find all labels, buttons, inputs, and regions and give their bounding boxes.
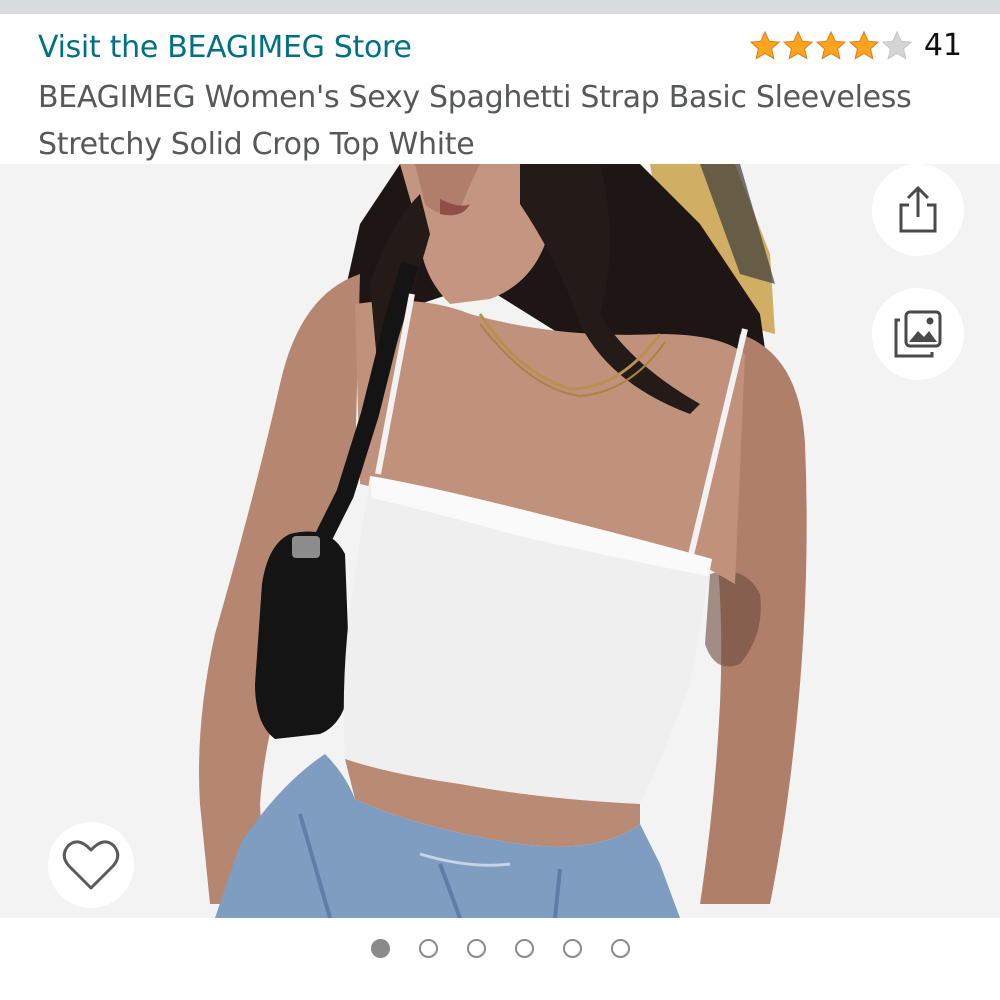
- product-image-carousel[interactable]: [0, 164, 1000, 918]
- product-title: BEAGIMEG Women's Sexy Spaghetti Strap Ba…: [38, 80, 912, 162]
- carousel-dot[interactable]: [370, 939, 390, 958]
- product-header: Visit the BEAGIMEG Store 41 BEAGIMEG Wom…: [0, 14, 1000, 164]
- image-gallery-icon: [894, 310, 942, 358]
- carousel-dot[interactable]: [562, 939, 582, 958]
- carousel-dot[interactable]: [418, 939, 438, 958]
- rating-stars: [749, 30, 914, 62]
- rating-count[interactable]: 41: [924, 28, 962, 63]
- star-filled-icon: [815, 30, 846, 60]
- image-gallery-button[interactable]: [872, 288, 964, 380]
- share-button[interactable]: [872, 164, 964, 256]
- add-to-wishlist-button[interactable]: [48, 822, 134, 908]
- product-photo: [199, 164, 807, 918]
- visit-store-link[interactable]: Visit the BEAGIMEG Store: [38, 30, 412, 65]
- star-rating[interactable]: 41: [749, 28, 962, 63]
- star-empty-icon: [881, 30, 912, 60]
- top-status-strip: [0, 0, 1000, 14]
- star-filled-icon: [782, 30, 813, 60]
- star-filled-icon: [749, 30, 780, 60]
- share-icon: [899, 185, 937, 233]
- carousel-dot[interactable]: [466, 939, 486, 958]
- star-filled-icon: [848, 30, 879, 60]
- heart-outline-icon: [62, 840, 120, 890]
- carousel-dot[interactable]: [610, 939, 630, 958]
- carousel-dot[interactable]: [514, 939, 534, 958]
- carousel-indicator: [0, 918, 1000, 1000]
